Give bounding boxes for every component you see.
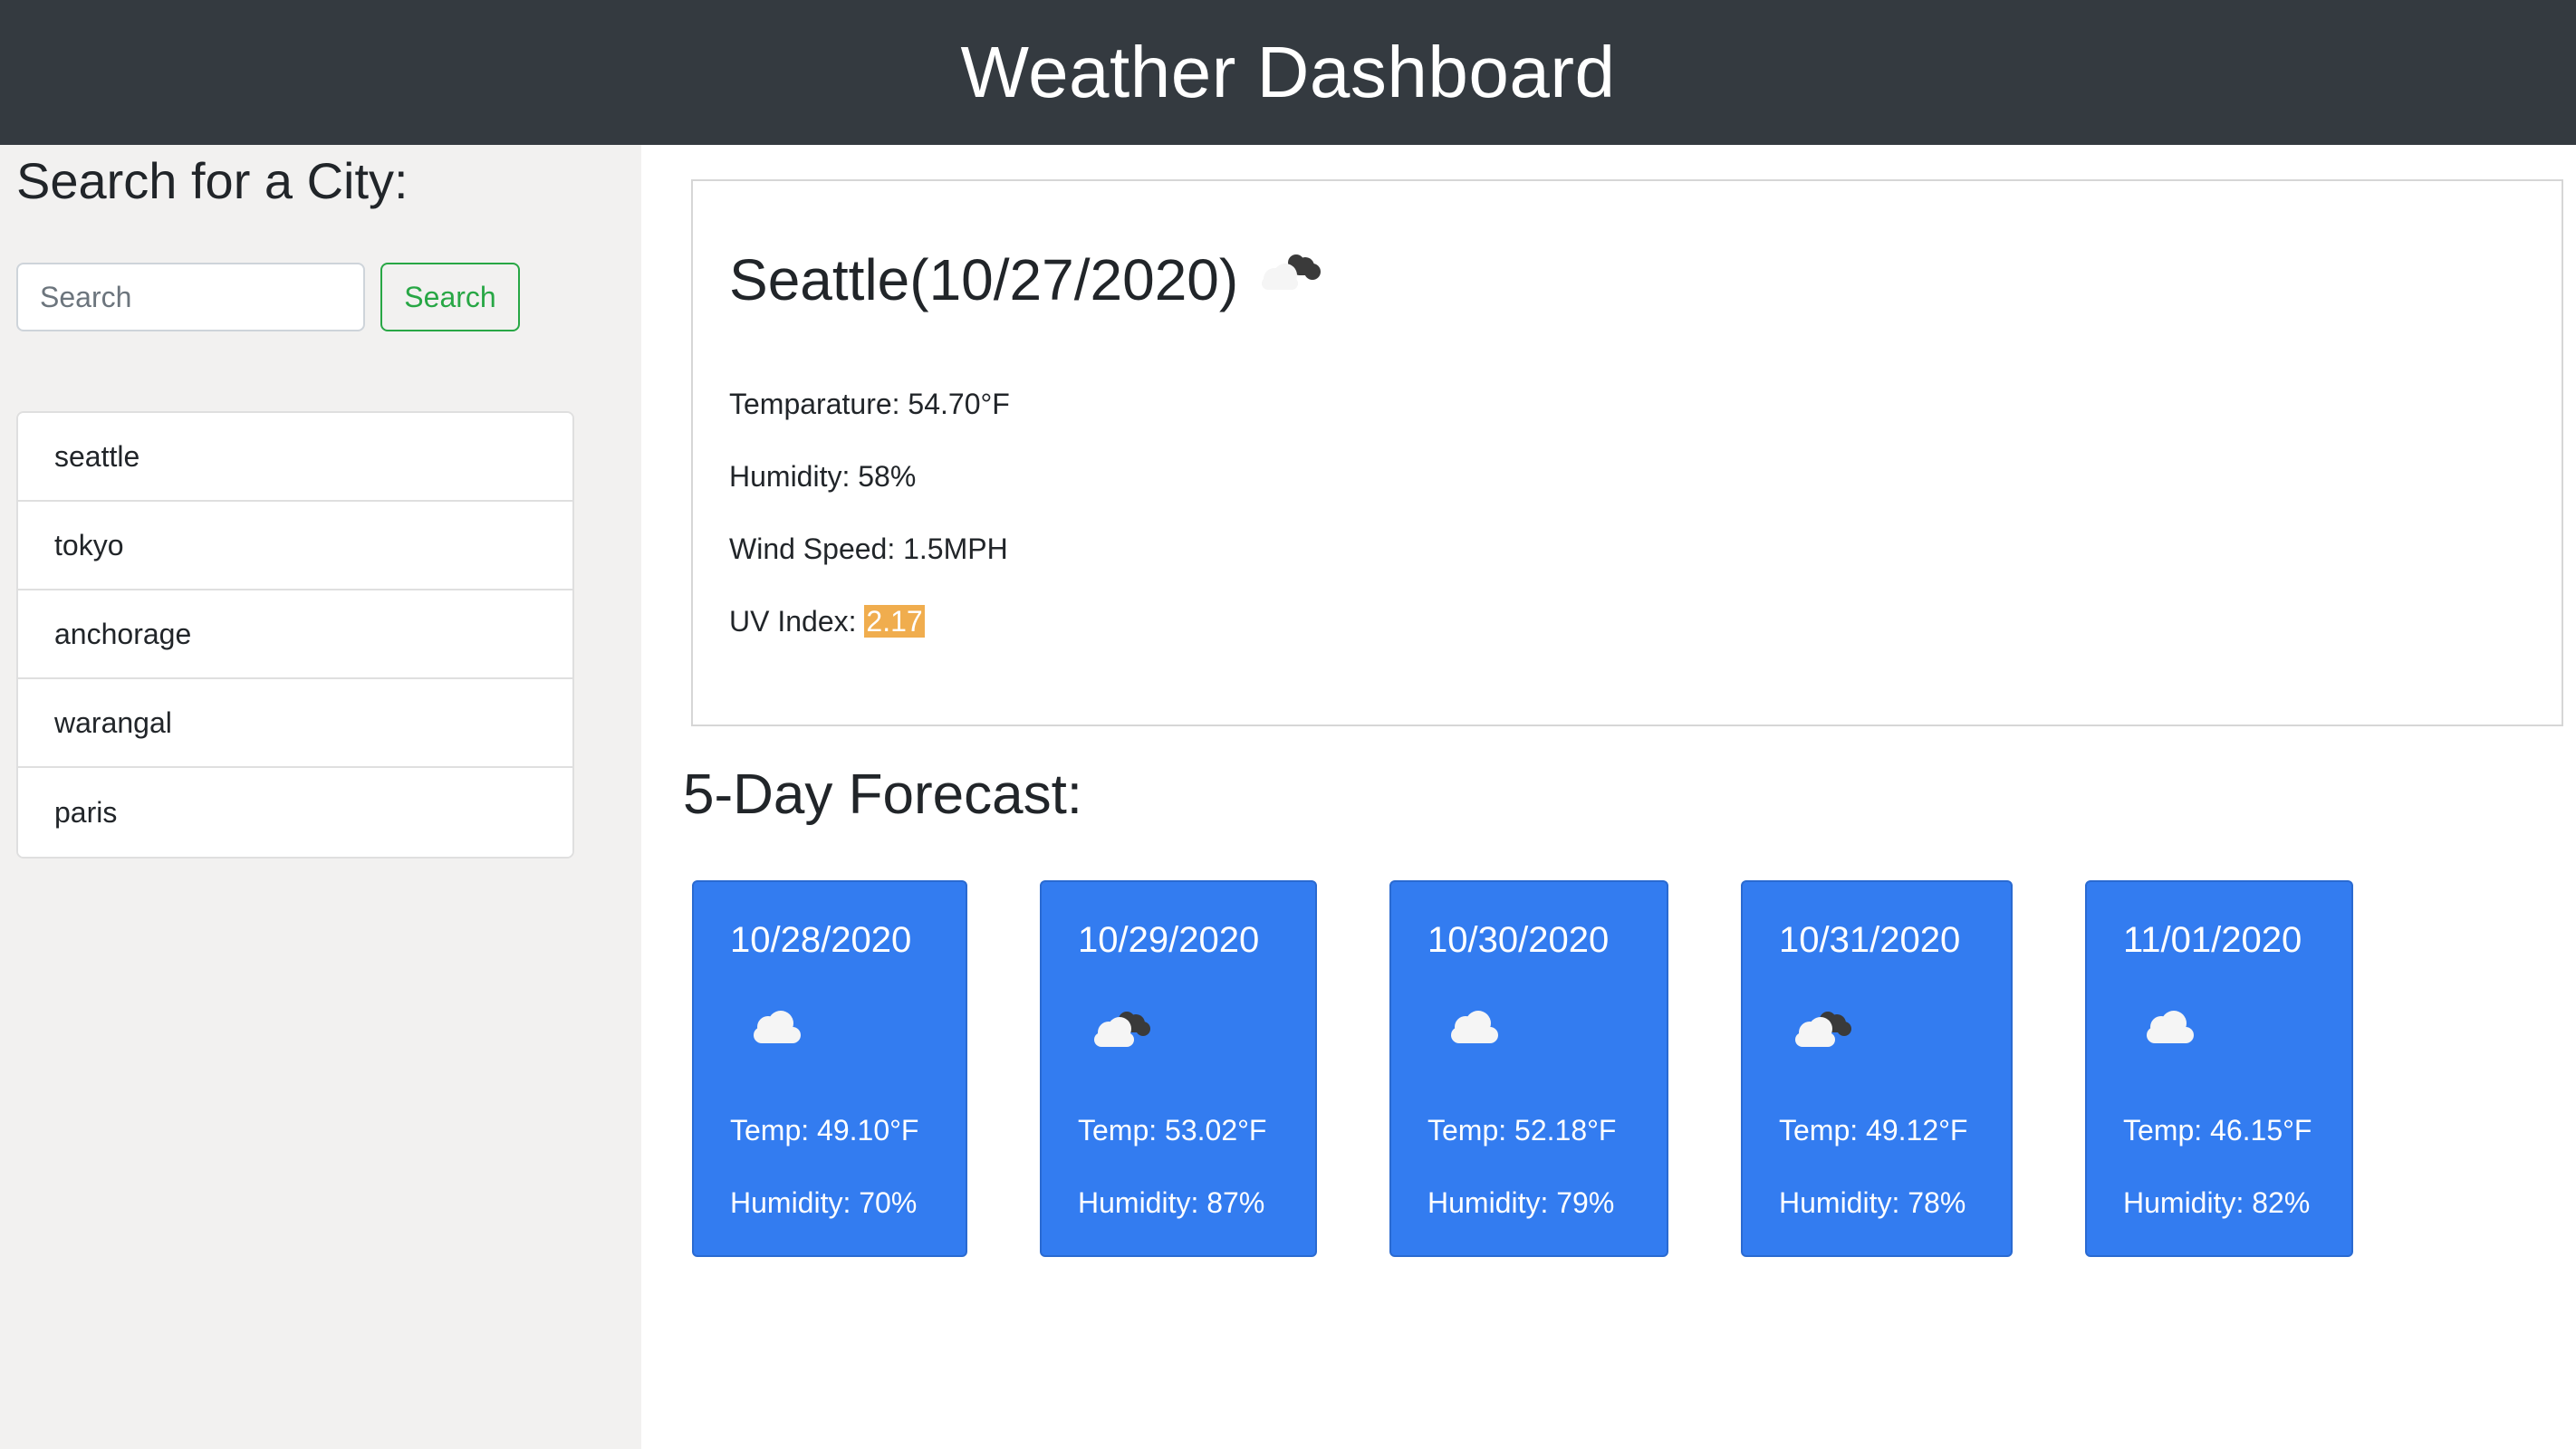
cloud-icon	[746, 1005, 810, 1055]
current-humidity: Humidity: 58%	[729, 460, 917, 493]
forecast-card: 10/28/2020 Temp: 49.10°F Humidity: 70%	[692, 880, 967, 1257]
cloud-icon	[2139, 1005, 2203, 1055]
page-title: Weather Dashboard	[960, 32, 1616, 112]
search-input[interactable]	[16, 263, 365, 331]
current-uv-index: UV Index: 2.17	[729, 605, 925, 638]
forecast-heading: 5-Day Forecast:	[683, 763, 1083, 826]
forecast-temp: Temp: 53.02°F	[1078, 1114, 1267, 1147]
search-button[interactable]: Search	[380, 263, 520, 331]
forecast-card: 10/30/2020 Temp: 52.18°F Humidity: 79%	[1389, 880, 1668, 1257]
city-item-anchorage[interactable]: anchorage	[18, 590, 572, 679]
forecast-temp: Temp: 52.18°F	[1427, 1114, 1617, 1147]
search-heading: Search for a City:	[16, 152, 409, 209]
sidebar: Search for a City: Search seattle tokyo …	[0, 145, 641, 1449]
current-weather-card: Seattle(10/27/2020) Temparature: 54.70°F…	[691, 179, 2563, 726]
forecast-temp: Temp: 49.12°F	[1779, 1114, 1968, 1147]
city-item-warangal[interactable]: warangal	[18, 679, 572, 768]
forecast-date: 11/01/2020	[2123, 920, 2302, 960]
app-header: Weather Dashboard	[0, 0, 2576, 145]
forecast-humidity: Humidity: 87%	[1078, 1186, 1265, 1219]
city-item-paris[interactable]: paris	[18, 768, 572, 857]
broken-clouds-icon	[1087, 1005, 1159, 1060]
forecast-date: 10/29/2020	[1078, 920, 1260, 960]
forecast-temp: Temp: 49.10°F	[730, 1114, 919, 1147]
cloud-icon	[1444, 1005, 1507, 1055]
uv-badge: 2.17	[864, 605, 925, 638]
city-item-tokyo[interactable]: tokyo	[18, 502, 572, 590]
forecast-humidity: Humidity: 82%	[2123, 1186, 2311, 1219]
current-city-title: Seattle(10/27/2020)	[729, 246, 1239, 312]
city-history-list: seattle tokyo anchorage warangal paris	[16, 411, 574, 859]
forecast-humidity: Humidity: 78%	[1779, 1186, 1966, 1219]
city-item-seattle[interactable]: seattle	[18, 413, 572, 502]
current-temperature: Temparature: 54.70°F	[729, 388, 1010, 420]
current-city-heading: Seattle(10/27/2020)	[729, 241, 1331, 318]
broken-clouds-icon	[1788, 1005, 1860, 1060]
forecast-card: 11/01/2020 Temp: 46.15°F Humidity: 82%	[2085, 880, 2353, 1257]
current-wind-speed: Wind Speed: 1.5MPH	[729, 533, 1008, 565]
forecast-temp: Temp: 46.15°F	[2123, 1114, 2312, 1147]
forecast-humidity: Humidity: 70%	[730, 1186, 918, 1219]
forecast-humidity: Humidity: 79%	[1427, 1186, 1615, 1219]
forecast-date: 10/30/2020	[1427, 920, 1610, 960]
forecast-card: 10/31/2020 Temp: 49.12°F Humidity: 78%	[1741, 880, 2013, 1257]
forecast-date: 10/28/2020	[730, 920, 912, 960]
forecast-card: 10/29/2020 Temp: 53.02°F Humidity: 87%	[1040, 880, 1317, 1257]
uv-label: UV Index:	[729, 605, 865, 638]
forecast-date: 10/31/2020	[1779, 920, 1961, 960]
broken-clouds-icon	[1249, 241, 1331, 318]
